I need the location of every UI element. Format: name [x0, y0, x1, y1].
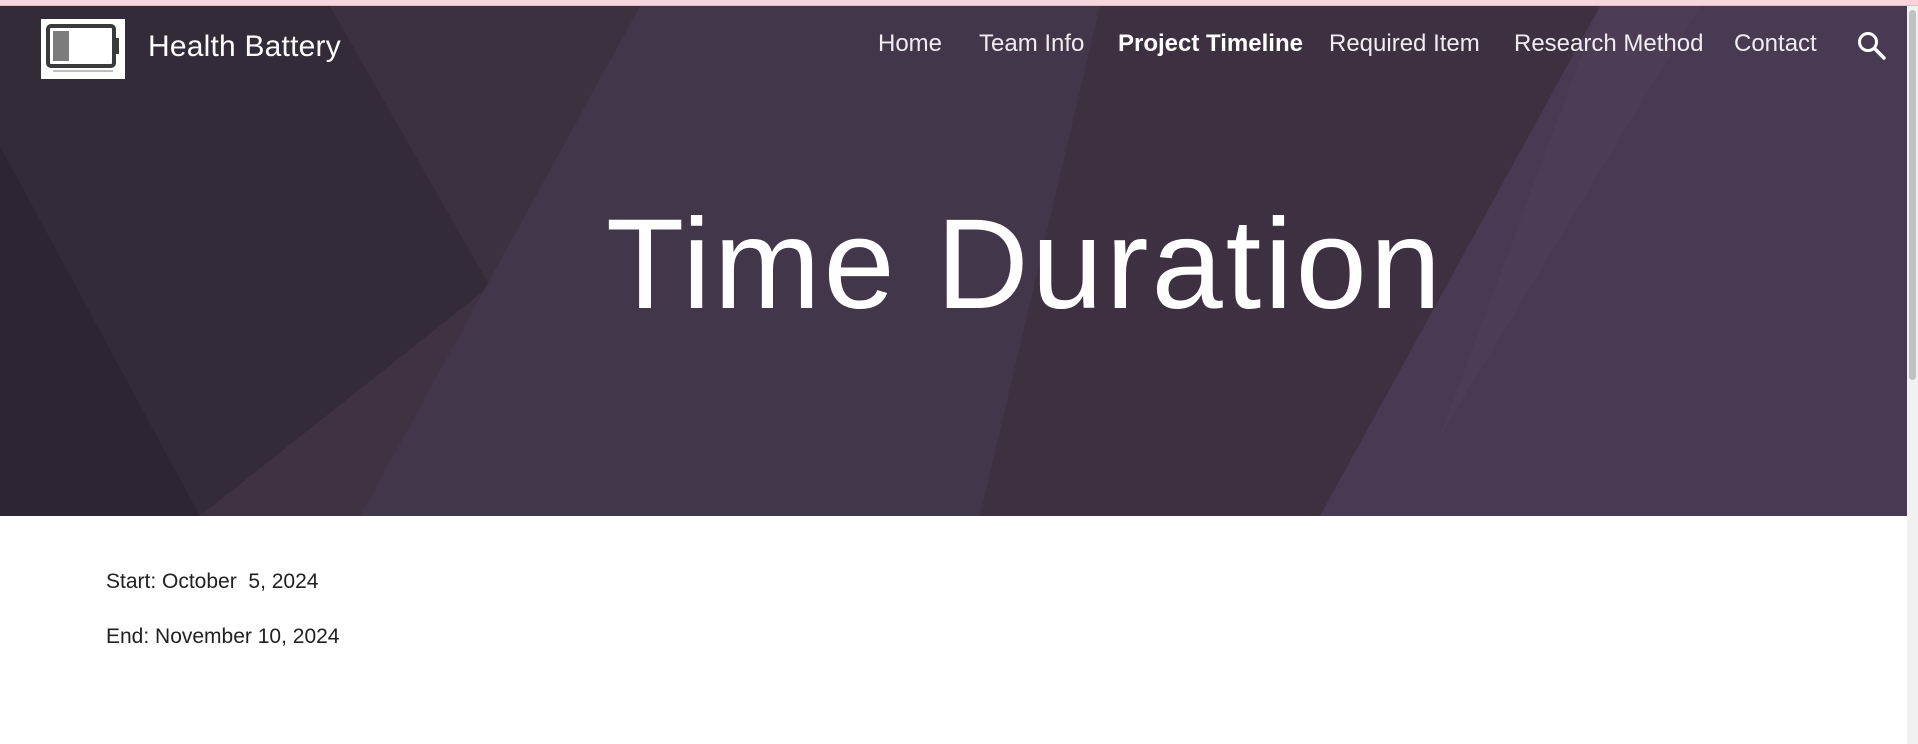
- nav-item-research-method[interactable]: Research Method: [1514, 30, 1703, 58]
- main-content: Start: October 5, 2024 End: November 10,…: [106, 568, 1606, 678]
- nav-item-home[interactable]: Home: [878, 30, 942, 58]
- search-icon: [1858, 32, 1886, 60]
- nav-item-team-info[interactable]: Team Info: [979, 30, 1084, 58]
- search-button[interactable]: [1856, 30, 1888, 62]
- nav-item-project-timeline[interactable]: Project Timeline: [1118, 30, 1303, 58]
- vertical-scrollbar[interactable]: [1907, 6, 1918, 744]
- scrollbar-thumb[interactable]: [1909, 10, 1916, 380]
- nav-item-contact[interactable]: Contact: [1734, 30, 1817, 58]
- nav-item-required-item[interactable]: Required Item: [1329, 30, 1480, 58]
- end-date-text: End: November 10, 2024: [106, 625, 340, 648]
- page: Health Battery Home Team Info Project Ti…: [0, 0, 1918, 744]
- main-nav: Home Team Info Project Timeline Required…: [0, 30, 1907, 66]
- page-title: Time Duration: [605, 193, 1445, 336]
- start-date-text: Start: October 5, 2024: [106, 570, 319, 593]
